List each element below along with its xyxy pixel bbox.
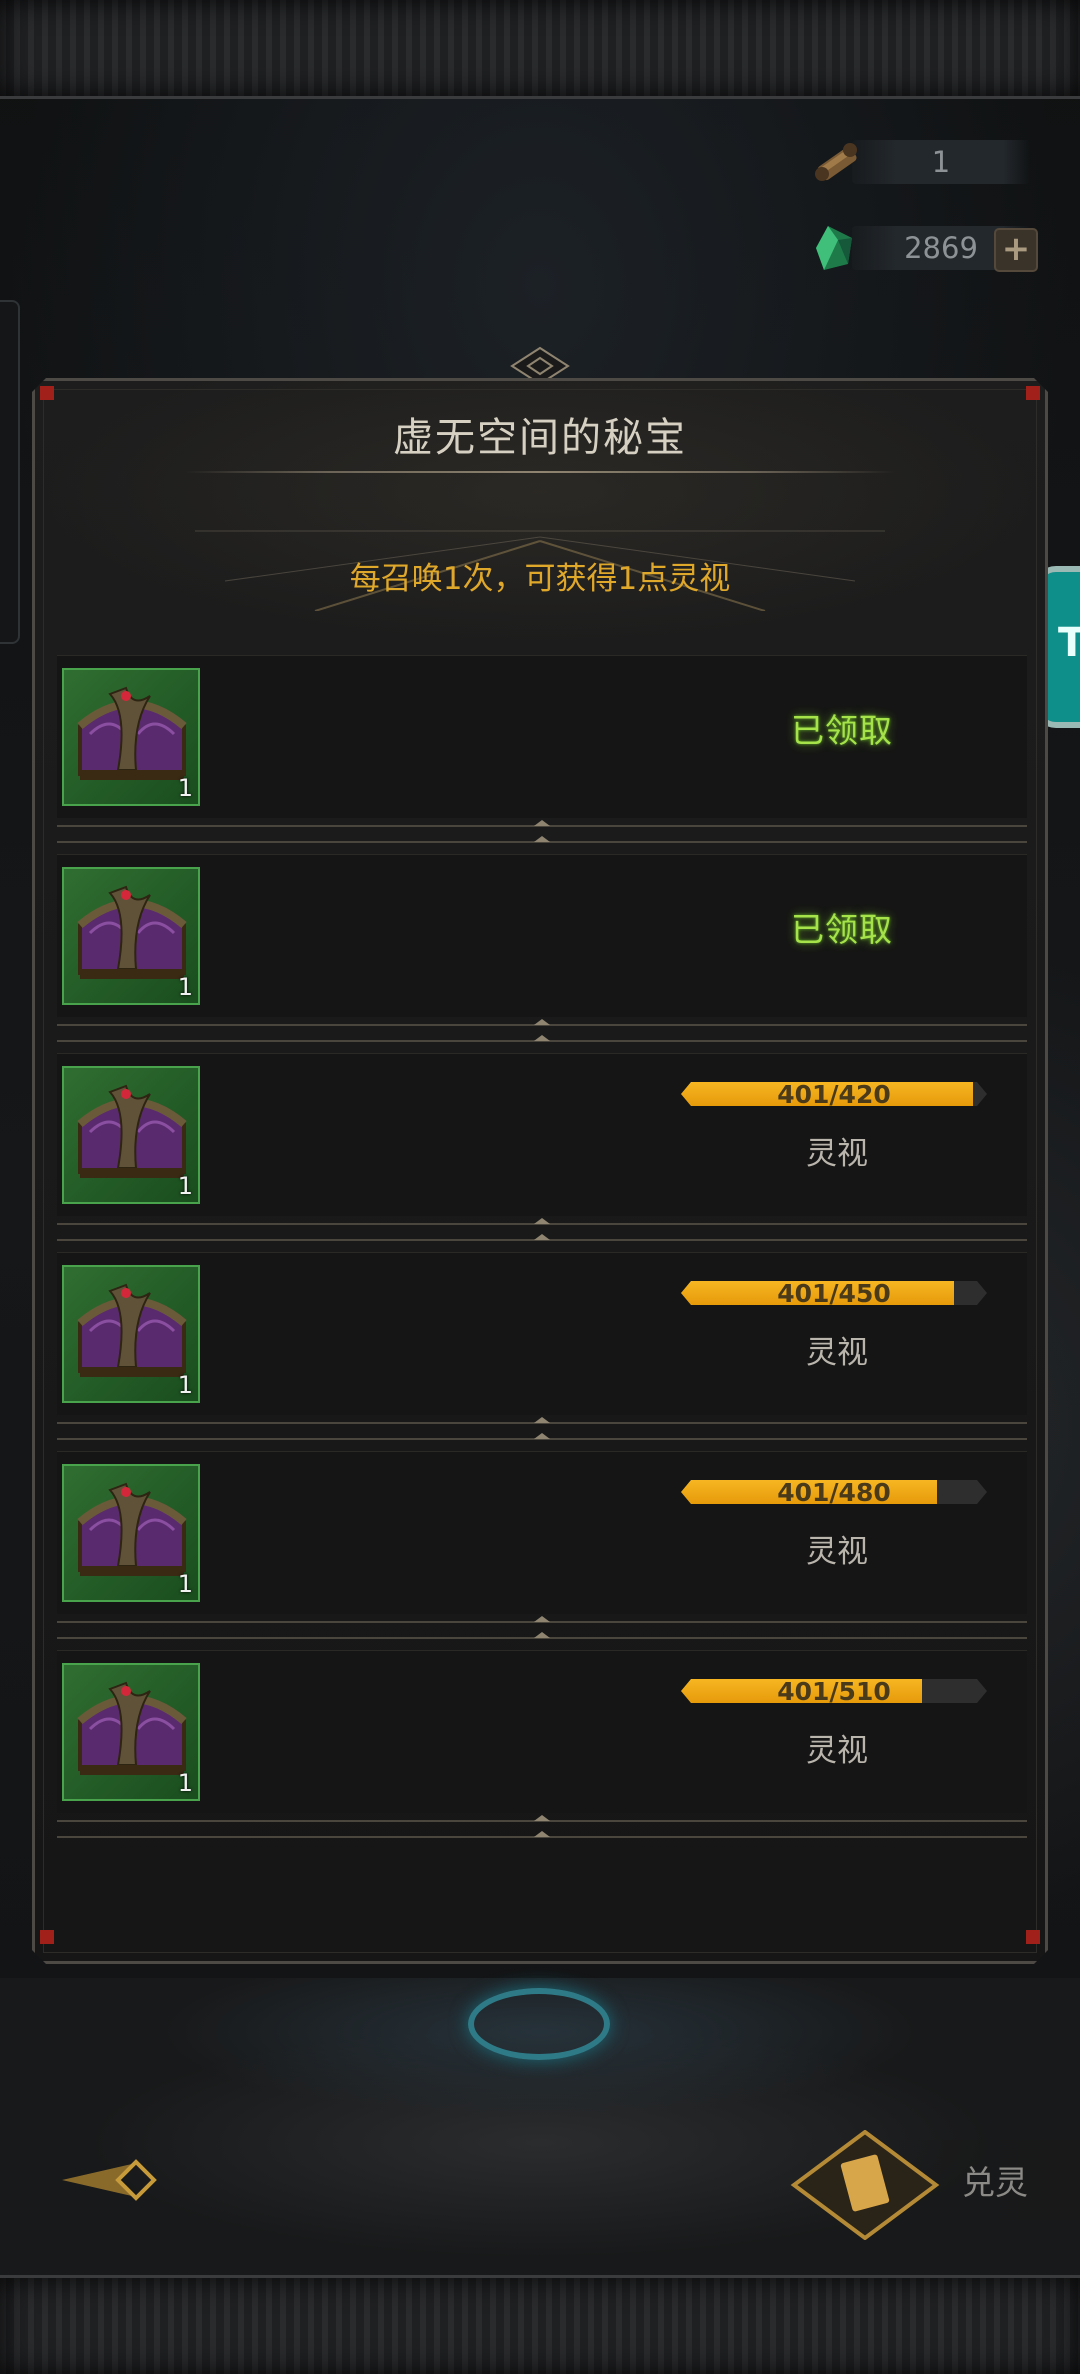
- reward-row[interactable]: 1 401/420 灵视: [57, 1053, 1027, 1216]
- treasure-chest-icon: [70, 1470, 194, 1594]
- treasure-chest-icon: [70, 873, 194, 997]
- progress-bar: 401/480: [681, 1480, 987, 1504]
- row-divider: [57, 1614, 1027, 1644]
- left-edge-tab[interactable]: [0, 300, 20, 644]
- row-divider: [57, 818, 1027, 848]
- treasure-chest-icon: [70, 1072, 194, 1196]
- corner-ornament: [1026, 386, 1040, 400]
- title-divider: [185, 471, 895, 473]
- row-divider: [57, 1813, 1027, 1841]
- side-button-label: T: [1058, 620, 1080, 666]
- reward-row[interactable]: 1 已领取: [57, 655, 1027, 818]
- reward-modal: 虚无空间的秘宝 每召唤1次，可获得1点灵视 1 已领取 1 已领取 1 401/420 灵视…: [32, 378, 1048, 1964]
- progress-bar: 401/420: [681, 1082, 987, 1106]
- reward-row[interactable]: 1 401/480 灵视: [57, 1451, 1027, 1614]
- modal-subtitle: 每召唤1次，可获得1点灵视: [349, 561, 731, 597]
- progress-bar: 401/450: [681, 1281, 987, 1305]
- reward-list[interactable]: 1 已领取 1 已领取 1 401/420 灵视 1 401/450 灵视 1 401/480 灵视 1 4…: [57, 643, 1027, 1841]
- scroll-currency-bar: 1: [815, 140, 1030, 184]
- row-divider: [57, 1415, 1027, 1445]
- top-frame: [0, 0, 1080, 99]
- back-arrow-icon[interactable]: [62, 2150, 158, 2210]
- reward-item-slot[interactable]: 1: [62, 668, 200, 806]
- item-count: 1: [177, 774, 193, 802]
- reward-item-slot[interactable]: 1: [62, 1066, 200, 1204]
- crystal-currency-bar: 2869 +: [816, 226, 1038, 272]
- reward-row[interactable]: 1 401/450 灵视: [57, 1252, 1027, 1415]
- progress-bar: 401/510: [681, 1679, 987, 1703]
- item-count: 1: [177, 1172, 193, 1200]
- progress-text: 401/480: [777, 1478, 891, 1507]
- row-divider: [57, 1017, 1027, 1047]
- reward-row[interactable]: 1 已领取: [57, 854, 1027, 1017]
- corner-ornament: [1026, 1930, 1040, 1944]
- add-crystal-button[interactable]: +: [994, 228, 1038, 272]
- progress-label: 灵视: [806, 1534, 868, 1570]
- treasure-chest-icon: [70, 1271, 194, 1395]
- claimed-status: 已领取: [791, 711, 893, 750]
- reward-row[interactable]: 1 401/510 灵视: [57, 1650, 1027, 1813]
- crystal-count: 2869: [904, 231, 978, 265]
- progress-text: 401/450: [777, 1279, 891, 1308]
- item-count: 1: [177, 1570, 193, 1598]
- progress-text: 401/420: [777, 1080, 891, 1109]
- item-count: 1: [177, 973, 193, 1001]
- item-count: 1: [177, 1769, 193, 1797]
- corner-ornament: [40, 386, 54, 400]
- summon-card-icon[interactable]: [790, 2130, 940, 2240]
- crystal-icon: [816, 226, 852, 270]
- modal-title: 虚无空间的秘宝: [393, 415, 687, 461]
- corner-ornament: [40, 1930, 54, 1944]
- treasure-chest-icon: [70, 674, 194, 798]
- progress-text: 401/510: [777, 1677, 891, 1706]
- rune-circle: [468, 1988, 610, 2060]
- progress-label: 灵视: [806, 1335, 868, 1371]
- row-divider: [57, 1216, 1027, 1246]
- exchange-label[interactable]: 兑灵: [962, 2156, 1028, 2204]
- reward-item-slot[interactable]: 1: [62, 1265, 200, 1403]
- progress-label: 灵视: [806, 1733, 868, 1769]
- reward-item-slot[interactable]: 1: [62, 1464, 200, 1602]
- item-count: 1: [177, 1371, 193, 1399]
- claimed-status: 已领取: [791, 910, 893, 949]
- progress-label: 灵视: [806, 1136, 868, 1172]
- bottom-frame: [0, 2275, 1080, 2374]
- scroll-icon: [815, 143, 857, 181]
- reward-item-slot[interactable]: 1: [62, 867, 200, 1005]
- treasure-chest-icon: [70, 1669, 194, 1793]
- scroll-count: 1: [931, 145, 951, 179]
- reward-item-slot[interactable]: 1: [62, 1663, 200, 1801]
